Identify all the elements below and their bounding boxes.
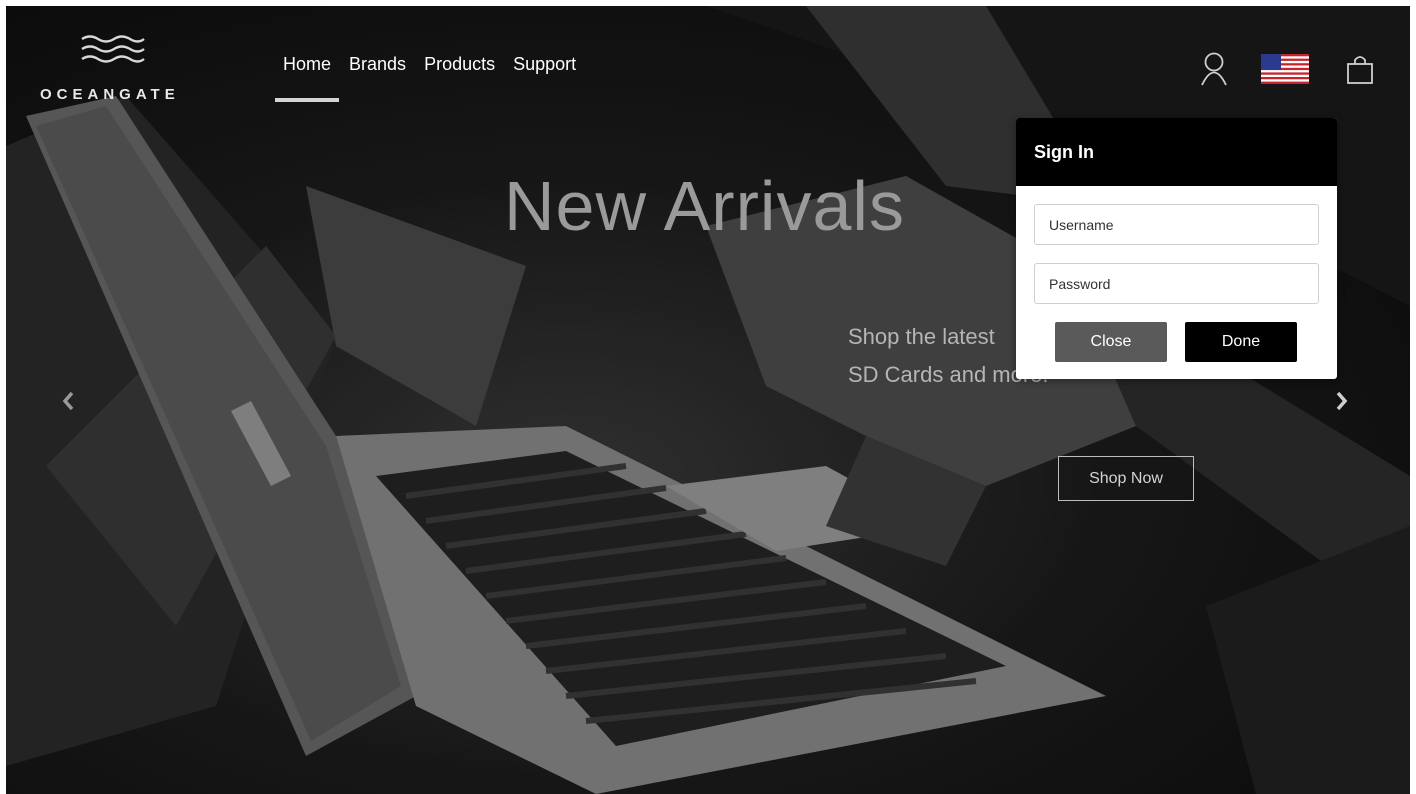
close-button[interactable]: Close [1055, 322, 1167, 362]
brand-logo[interactable]: OCEANGATE [40, 28, 200, 104]
chevron-left-icon[interactable] [60, 390, 76, 417]
nav-home[interactable]: Home [274, 50, 340, 102]
us-flag-icon[interactable] [1261, 54, 1309, 89]
password-input[interactable] [1034, 263, 1319, 304]
logo-text: OCEANGATE [40, 86, 180, 103]
shop-now-button[interactable]: Shop Now [1058, 456, 1194, 501]
nav-brands[interactable]: Brands [340, 50, 415, 90]
nav-products[interactable]: Products [415, 50, 504, 90]
done-button[interactable]: Done [1185, 322, 1297, 362]
nav-support[interactable]: Support [504, 50, 585, 90]
header-actions [1200, 52, 1374, 91]
main-nav: Home Brands Products Support [274, 50, 585, 102]
signin-popup: Sign In Close Done [1016, 118, 1337, 379]
user-icon[interactable] [1200, 52, 1228, 91]
waves-logo-icon [81, 35, 145, 63]
shopping-bag-icon[interactable] [1346, 53, 1374, 90]
signin-title: Sign In [1016, 118, 1337, 186]
hero-headline: New Arrivals [504, 167, 905, 245]
chevron-right-icon[interactable] [1334, 390, 1350, 417]
username-input[interactable] [1034, 204, 1319, 245]
